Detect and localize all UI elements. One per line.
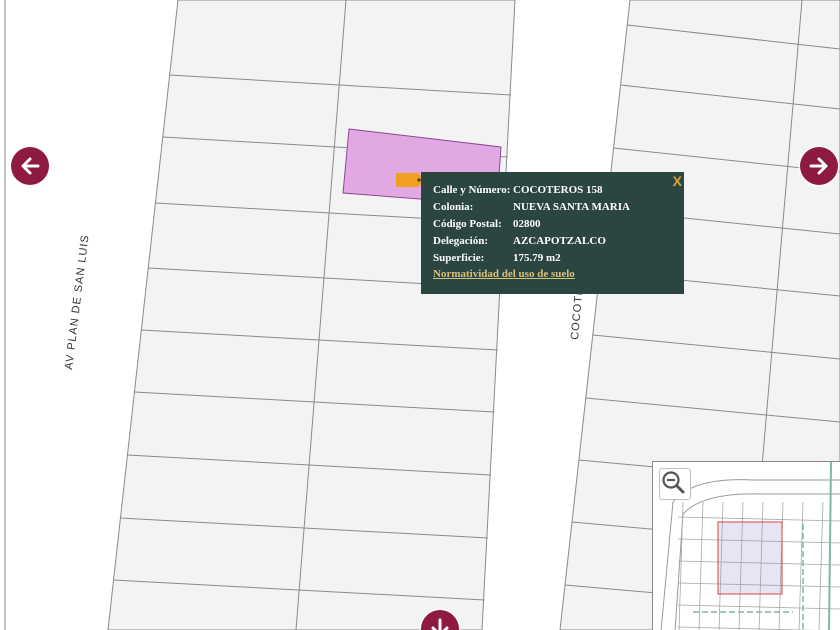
info-label: Superficie:: [433, 252, 485, 264]
zoom-out-icon: [662, 471, 685, 494]
info-row-superficie: Superficie: 175.79 m2: [433, 250, 674, 267]
parcel-info-popup: X Calle y Número: COCOTEROS 158 Colonia:…: [421, 172, 684, 294]
map-viewer[interactable]: AV PLAN DE SAN LUIS COCOTEROS X Calle y …: [0, 0, 840, 630]
info-value: 175.79 m2: [513, 252, 561, 264]
info-value: 02800: [513, 218, 541, 230]
info-label: Colonia:: [433, 201, 474, 213]
info-value: COCOTEROS 158: [513, 184, 603, 196]
info-label: Calle y Número:: [433, 184, 511, 196]
info-row-delegacion: Delegación: AZCAPOTZALCO: [433, 233, 674, 250]
info-label: Código Postal:: [433, 218, 502, 230]
close-popup-button[interactable]: X: [673, 173, 682, 189]
arrow-right-icon: [809, 157, 828, 175]
zoom-out-button[interactable]: [659, 468, 691, 500]
info-value: NUEVA SANTA MARIA: [513, 201, 630, 213]
overview-view-extent[interactable]: [717, 521, 783, 595]
pan-left-button[interactable]: [11, 147, 49, 185]
block-middle: [107, 0, 516, 630]
info-row-street: Calle y Número: COCOTEROS 158: [433, 182, 674, 199]
arrow-down-icon: [431, 618, 449, 630]
pan-right-button[interactable]: [800, 147, 838, 185]
info-label: Delegación:: [433, 235, 488, 247]
info-row-postal-code: Código Postal: 02800: [433, 216, 674, 233]
info-value: AZCAPOTZALCO: [513, 235, 606, 247]
info-row-colonia: Colonia: NUEVA SANTA MARIA: [433, 199, 674, 216]
arrow-left-icon: [21, 157, 40, 175]
land-use-regulation-link[interactable]: Normatividad del uso de suelo: [433, 268, 674, 280]
overview-map[interactable]: [652, 461, 840, 630]
